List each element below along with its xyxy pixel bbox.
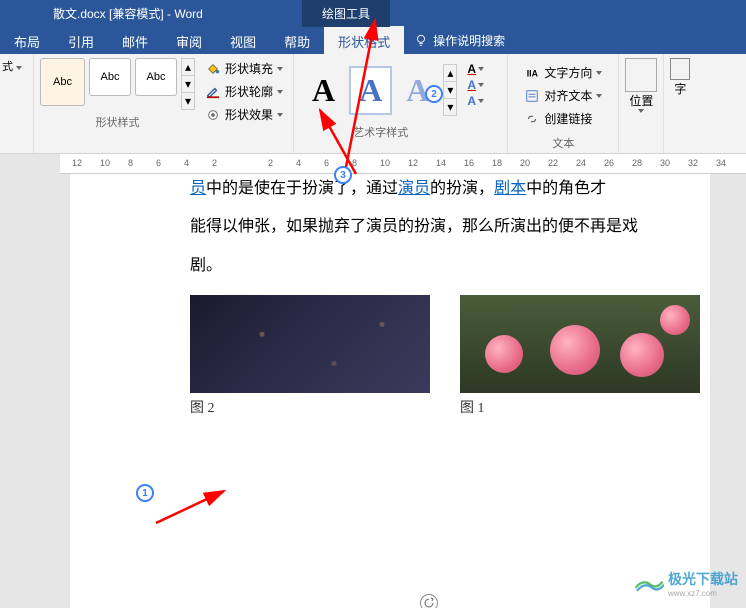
text-fill-button[interactable]: A bbox=[467, 62, 501, 76]
gallery-more-button[interactable]: ▾ bbox=[182, 93, 194, 109]
wordart-gallery-scroller: ▴ ▾ ▾ bbox=[443, 64, 457, 116]
text-group-label: 文本 bbox=[514, 133, 612, 151]
ribbon-group-wordart-styles: A A A ▴ ▾ ▾ 艺术字样式 A A A bbox=[294, 54, 508, 153]
shape-fill-label: 形状填充 bbox=[225, 60, 273, 77]
image-caption[interactable]: 图 2 bbox=[190, 397, 430, 417]
annotation-3: 3 bbox=[334, 166, 352, 184]
tab-review[interactable]: 审阅 bbox=[162, 26, 216, 54]
gallery-down-button[interactable]: ▾ bbox=[182, 76, 194, 93]
create-link-button[interactable]: 创建链接 bbox=[520, 108, 606, 129]
tell-me-search[interactable]: 操作说明搜索 bbox=[404, 26, 515, 54]
create-link-label: 创建链接 bbox=[544, 110, 592, 127]
ribbon-group-insert-shapes-partial: 式 bbox=[0, 54, 34, 153]
shape-fill-button[interactable]: 形状填充 bbox=[201, 58, 287, 79]
body-paragraph[interactable]: 员中的是使在于扮演了，通过演员的扮演，剧本中的角色才 bbox=[190, 174, 690, 208]
tab-mailings[interactable]: 邮件 bbox=[108, 26, 162, 54]
watermark: 极光下载站 www.xz7.com bbox=[634, 569, 738, 598]
paint-bucket-icon bbox=[205, 62, 221, 76]
pen-outline-icon bbox=[205, 85, 221, 99]
text-effects-button[interactable]: A bbox=[467, 94, 501, 108]
text-direction-label: 文字方向 bbox=[544, 64, 592, 81]
watermark-logo-icon bbox=[634, 572, 664, 596]
text-direction-icon: IIA bbox=[524, 66, 540, 80]
ribbon-group-text: IIA 文字方向 对齐文本 创建链接 文本 bbox=[508, 54, 619, 153]
ribbon-wrap-partial: 字 bbox=[664, 54, 696, 153]
shape-effects-button[interactable]: 形状效果 bbox=[201, 104, 287, 125]
text-direction-button[interactable]: IIA 文字方向 bbox=[520, 62, 606, 83]
image-caption[interactable]: 图 1 bbox=[460, 397, 700, 417]
tab-layout[interactable]: 布局 bbox=[0, 26, 54, 54]
tab-view[interactable]: 视图 bbox=[216, 26, 270, 54]
drawing-tools-context-tab[interactable]: 绘图工具 bbox=[302, 0, 390, 27]
figure-2[interactable]: 图 1 bbox=[460, 295, 700, 417]
effects-icon bbox=[205, 108, 221, 122]
align-text-button[interactable]: 对齐文本 bbox=[520, 85, 606, 106]
tab-references[interactable]: 引用 bbox=[54, 26, 108, 54]
dropdown-caret-icon bbox=[638, 109, 644, 113]
text-outline-button[interactable]: A bbox=[467, 78, 501, 92]
align-text-label: 对齐文本 bbox=[544, 87, 592, 104]
horizontal-ruler[interactable]: 12108642246810121416182022242628303234 bbox=[60, 154, 746, 174]
position-icon bbox=[625, 58, 657, 92]
gallery-down-button[interactable]: ▾ bbox=[444, 82, 456, 99]
shape-outline-button[interactable]: 形状轮廓 bbox=[201, 81, 287, 102]
link-icon bbox=[524, 112, 540, 126]
ribbon-group-arrange-partial: 位置 bbox=[619, 54, 664, 153]
shape-gallery-scroller: ▴ ▾ ▾ bbox=[181, 58, 195, 110]
wordart-preset-1[interactable]: A bbox=[304, 68, 343, 113]
annotation-1: 1 bbox=[136, 484, 154, 502]
ribbon-tabs: 布局 引用 邮件 审阅 视图 帮助 形状格式 操作说明搜索 bbox=[0, 26, 746, 54]
shapes-dropdown-fragment[interactable]: 式 bbox=[2, 58, 31, 74]
shape-effects-label: 形状效果 bbox=[225, 106, 273, 123]
lightbulb-icon bbox=[414, 33, 428, 47]
ribbon-group-shape-styles: Abc Abc Abc ▴ ▾ ▾ 形状样式 形状填充 形状轮廓 bbox=[34, 54, 294, 153]
wordart-styles-group-label: 艺术字样式 bbox=[300, 122, 461, 140]
window-title: 散文.docx [兼容模式] - Word bbox=[8, 5, 203, 22]
watermark-url: www.xz7.com bbox=[668, 589, 738, 598]
position-button-label[interactable]: 位置 bbox=[629, 92, 653, 109]
page: 员中的是使在于扮演了，通过演员的扮演，剧本中的角色才 能得以伸张，如果抛弃了演员… bbox=[70, 174, 710, 608]
shape-styles-group-label: 形状样式 bbox=[40, 112, 195, 130]
wrap-text-label[interactable]: 字 bbox=[674, 80, 686, 97]
tab-shape-format[interactable]: 形状格式 bbox=[324, 26, 404, 54]
body-paragraph[interactable]: 能得以伸张，如果抛弃了演员的扮演，那么所演出的便不再是戏 bbox=[190, 208, 690, 246]
doc-link-actor[interactable]: 演员 bbox=[398, 180, 430, 197]
doc-link-fragment[interactable]: 员 bbox=[190, 180, 206, 197]
align-text-icon bbox=[524, 89, 540, 103]
image-row: 图 2 图 1 bbox=[190, 295, 690, 417]
document-canvas[interactable]: 员中的是使在于扮演了，通过演员的扮演，剧本中的角色才 能得以伸张，如果抛弃了演员… bbox=[0, 174, 746, 608]
wordart-preset-2[interactable]: A bbox=[349, 66, 392, 115]
gallery-up-button[interactable]: ▴ bbox=[444, 65, 456, 82]
shape-style-preset-1[interactable]: Abc bbox=[40, 58, 85, 106]
watermark-name: 极光下载站 bbox=[668, 571, 738, 587]
rotate-icon bbox=[423, 597, 435, 608]
doc-link-script[interactable]: 剧本 bbox=[494, 180, 526, 197]
image-flowers[interactable] bbox=[460, 295, 700, 393]
ribbon: 式 Abc Abc Abc ▴ ▾ ▾ 形状样式 形状填充 bbox=[0, 54, 746, 154]
wrap-text-icon bbox=[670, 58, 690, 80]
shape-style-gallery[interactable]: Abc Abc Abc ▴ ▾ ▾ bbox=[40, 58, 195, 110]
image-night-city[interactable] bbox=[190, 295, 430, 393]
gallery-up-button[interactable]: ▴ bbox=[182, 59, 194, 76]
annotation-2: 2 bbox=[425, 85, 443, 103]
shape-outline-label: 形状轮廓 bbox=[225, 83, 273, 100]
gallery-more-button[interactable]: ▾ bbox=[444, 99, 456, 115]
body-paragraph[interactable]: 剧。 bbox=[190, 247, 690, 285]
shape-style-preset-3[interactable]: Abc bbox=[135, 58, 177, 96]
shape-style-preset-2[interactable]: Abc bbox=[89, 58, 131, 96]
tab-help[interactable]: 帮助 bbox=[270, 26, 324, 54]
figure-1[interactable]: 图 2 bbox=[190, 295, 430, 417]
svg-text:IIA: IIA bbox=[527, 68, 539, 78]
tell-me-label: 操作说明搜索 bbox=[433, 32, 505, 49]
